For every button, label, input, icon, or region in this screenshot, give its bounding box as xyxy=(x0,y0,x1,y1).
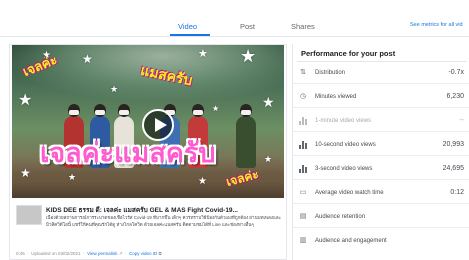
video-thumbnail[interactable]: ★ ★ ★ ★ ★ ★ ★ ★ ★ ★ ★ ★ เจลค่ะ แมสครับ เ… xyxy=(12,45,284,198)
tabs-divider xyxy=(0,36,469,37)
page-avatar xyxy=(16,205,42,225)
audience-icon: ▥ xyxy=(299,237,307,244)
metric-average-watch-time[interactable]: ▭ Average video watch time 0:12 xyxy=(293,182,469,204)
video-meta: 0:45 · Uploaded on 03/02/2021 · View per… xyxy=(16,251,162,256)
metric-value: -- xyxy=(459,117,464,124)
metric-audience-engagement[interactable]: ▥ Audience and engagement xyxy=(293,230,469,252)
star-icon: ★ xyxy=(20,166,31,180)
metric-label: 10-second video views xyxy=(315,142,376,148)
metric-1-minute-views[interactable]: 1-minute video views -- xyxy=(293,110,469,132)
metric-audience-retention[interactable]: ▤ Audience retention xyxy=(293,206,469,228)
metric-label: 1-minute video views xyxy=(315,118,372,124)
star-icon: ★ xyxy=(198,48,208,60)
copy-video-id-link[interactable]: Copy video ID xyxy=(129,251,157,256)
metric-10-second-views[interactable]: 10-second video views 20,993 xyxy=(293,134,469,156)
performance-title: Performance for your post xyxy=(301,49,396,58)
star-icon: ★ xyxy=(264,154,273,164)
copy-icon: ⧉ xyxy=(157,251,162,256)
tab-shares[interactable]: Shares xyxy=(291,22,315,31)
star-icon: ★ xyxy=(198,176,207,187)
metric-label: Audience retention xyxy=(315,214,366,220)
retention-icon: ▤ xyxy=(299,213,307,220)
metric-value: 6,230 xyxy=(446,93,464,100)
metric-distribution[interactable]: ⇅ Distribution -0.7x xyxy=(293,62,469,84)
metric-value: 24,695 xyxy=(442,165,464,172)
star-icon: ★ xyxy=(82,52,93,66)
metric-value: 20,993 xyxy=(442,141,464,148)
thumbnail-person xyxy=(236,104,256,168)
metric-label: Audience and engagement xyxy=(315,238,387,244)
distribution-icon: ⇅ xyxy=(300,69,306,76)
see-metrics-link[interactable]: See metrics for all vid xyxy=(410,22,463,28)
tab-video[interactable]: Video xyxy=(178,22,197,31)
metric-3-second-views[interactable]: 3-second video views 24,695 xyxy=(293,158,469,180)
metric-value: 0:12 xyxy=(450,189,464,196)
star-icon: ★ xyxy=(240,46,257,66)
star-icon: ★ xyxy=(212,104,220,113)
bar-chart-icon xyxy=(299,117,308,125)
metric-minutes-viewed[interactable]: ◷ Minutes viewed 6,230 xyxy=(293,86,469,108)
clock-icon: ◷ xyxy=(299,93,307,100)
video-card: ★ ★ ★ ★ ★ ★ ★ ★ ★ ★ ★ ★ เจลค่ะ แมสครับ เ… xyxy=(9,44,287,260)
external-link-icon: ↗ xyxy=(117,251,123,256)
video-duration: 0:45 xyxy=(16,251,25,256)
video-description: เนื่องด้วยสถานการณ์การระบาดของเชื้อไวรัส… xyxy=(46,215,282,227)
tab-bar: Video Post Shares See metrics for all vi… xyxy=(0,0,469,37)
metric-label: 3-second video views xyxy=(315,166,373,172)
upload-date: Uploaded on 03/02/2021 xyxy=(31,251,81,256)
play-button[interactable] xyxy=(142,109,174,141)
bar-chart-icon xyxy=(299,165,308,173)
performance-panel: Performance for your post ⇅ Distribution… xyxy=(292,44,469,260)
star-icon: ★ xyxy=(110,84,119,94)
metric-label: Minutes viewed xyxy=(315,94,357,100)
metric-value: -0.7x xyxy=(448,69,464,76)
tab-post[interactable]: Post xyxy=(240,22,255,31)
star-icon: ★ xyxy=(68,172,77,182)
star-icon: ★ xyxy=(18,92,33,109)
view-permalink-link[interactable]: View permalink xyxy=(87,251,117,256)
video-icon: ▭ xyxy=(299,189,307,196)
star-icon: ★ xyxy=(262,94,275,110)
bar-chart-icon xyxy=(299,141,308,149)
metric-label: Average video watch time xyxy=(315,190,384,196)
video-title[interactable]: KIDS DEE ธรรม ดี: เจลค่ะ แมสครับ GEL & M… xyxy=(46,205,282,215)
metric-label: Distribution xyxy=(315,70,346,76)
thumbnail-title-text: เจลค่ะแมสครับ xyxy=(40,138,216,168)
